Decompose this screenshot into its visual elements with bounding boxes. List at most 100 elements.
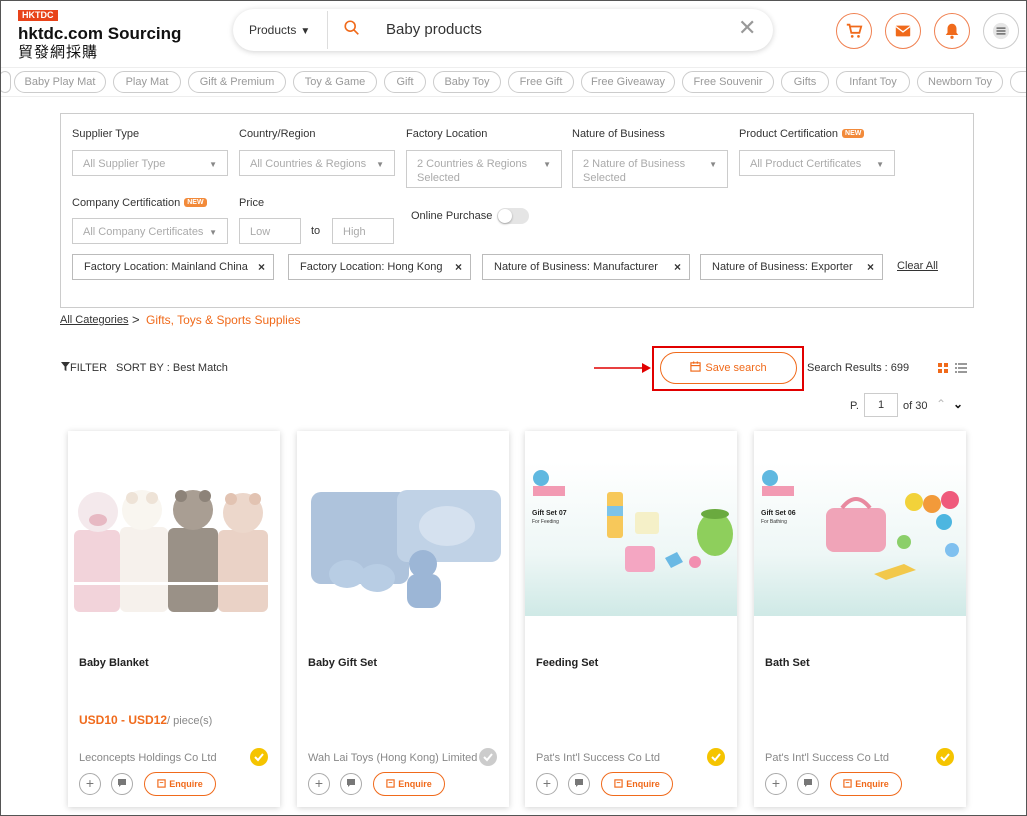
next-page-icon[interactable]: ⌄ bbox=[953, 397, 963, 411]
chip-label: Factory Location: Hong Kong bbox=[300, 261, 443, 273]
supplier-type-select[interactable]: All Supplier Type ▼ bbox=[72, 150, 228, 176]
clear-all-link[interactable]: Clear All bbox=[897, 260, 938, 272]
chip-label: Nature of Business: Exporter bbox=[712, 261, 853, 273]
tag-free-giveaway[interactable]: Free Giveaway bbox=[581, 71, 675, 93]
search-icon[interactable] bbox=[343, 19, 361, 37]
remove-chip-icon[interactable]: × bbox=[867, 255, 874, 279]
page-total: of 30 bbox=[903, 400, 928, 412]
dropdown-arrow-icon: ▼ bbox=[543, 160, 551, 169]
product-title[interactable]: Baby Blanket bbox=[79, 657, 149, 669]
company-certification-select[interactable]: All Company Certificates ▼ bbox=[72, 218, 228, 244]
chat-button[interactable] bbox=[111, 773, 133, 795]
online-purchase-label: Online Purchase bbox=[411, 210, 493, 222]
add-to-compare-button[interactable]: + bbox=[765, 773, 787, 795]
product-title[interactable]: Bath Set bbox=[765, 657, 810, 669]
tag-baby-toy[interactable]: Baby Toy bbox=[433, 71, 501, 93]
enquire-button[interactable]: Enquire bbox=[601, 772, 673, 796]
supplier-name[interactable]: Wah Lai Toys (Hong Kong) Limited bbox=[308, 752, 477, 764]
product-card[interactable]: Gift Set 07 For Feeding Feeding Set Pat'… bbox=[525, 431, 737, 807]
factory-location-select[interactable]: 2 Countries & Regions Selected ▼ bbox=[406, 150, 562, 188]
remove-chip-icon[interactable]: × bbox=[455, 255, 462, 279]
new-badge: NEW bbox=[842, 129, 865, 138]
remove-chip-icon[interactable]: × bbox=[674, 255, 681, 279]
tag-partial[interactable] bbox=[1, 71, 11, 93]
search-category-label: Products bbox=[249, 23, 297, 37]
company-certification-value: All Company Certificates bbox=[83, 226, 204, 238]
supplier-name[interactable]: Pat's Int'l Success Co Ltd bbox=[536, 752, 660, 764]
dropdown-arrow-icon: ▼ bbox=[209, 228, 217, 237]
chat-button[interactable] bbox=[568, 773, 590, 795]
product-certification-value: All Product Certificates bbox=[750, 158, 862, 170]
product-image[interactable] bbox=[297, 462, 509, 616]
tag-toy-game[interactable]: Toy & Game bbox=[293, 71, 377, 93]
chat-button[interactable] bbox=[340, 773, 362, 795]
page-number-input[interactable]: 1 bbox=[864, 393, 898, 417]
filter-panel: Supplier Type All Supplier Type ▼ Country… bbox=[60, 113, 974, 308]
enquire-button[interactable]: Enquire bbox=[830, 772, 902, 796]
product-title[interactable]: Baby Gift Set bbox=[308, 657, 377, 669]
clear-search-icon[interactable]: ✕ bbox=[738, 17, 756, 39]
product-card[interactable]: Baby Blanket USD10 - USD12/ piece(s) Lec… bbox=[68, 431, 280, 807]
enquire-button[interactable]: Enquire bbox=[373, 772, 445, 796]
filter-button[interactable]: FILTER bbox=[61, 362, 107, 374]
logo-badge: HKTDC bbox=[18, 10, 58, 21]
product-certification-select[interactable]: All Product Certificates ▼ bbox=[739, 150, 895, 176]
product-card[interactable]: Baby Gift Set Wah Lai Toys (Hong Kong) L… bbox=[297, 431, 509, 807]
sort-by-dropdown[interactable]: SORT BY : Best Match bbox=[116, 362, 228, 374]
supplier-type-label: Supplier Type bbox=[72, 128, 140, 140]
notifications-button[interactable] bbox=[934, 13, 970, 49]
previous-page-icon[interactable]: ⌃ bbox=[936, 397, 946, 411]
product-card[interactable]: Gift Set 06 For Bathing Bath Set Pat's I… bbox=[754, 431, 966, 807]
tag-play-mat[interactable]: Play Mat bbox=[113, 71, 181, 93]
tag-baby-play-mat[interactable]: Baby Play Mat bbox=[14, 71, 106, 93]
breadcrumb-all-categories[interactable]: All Categories bbox=[60, 314, 128, 326]
price-high-input[interactable]: High bbox=[332, 218, 394, 244]
breadcrumb-current-category[interactable]: Gifts, Toys & Sports Supplies bbox=[146, 313, 301, 327]
search-category-dropdown[interactable]: Products ▼ bbox=[249, 23, 310, 37]
supplier-name[interactable]: Pat's Int'l Success Co Ltd bbox=[765, 752, 889, 764]
tag-newborn-toy[interactable]: Newborn Toy bbox=[917, 71, 1003, 93]
cart-button[interactable] bbox=[836, 13, 872, 49]
product-image[interactable]: Gift Set 06 For Bathing bbox=[754, 462, 966, 616]
tag-gift[interactable]: Gift bbox=[384, 71, 426, 93]
tag-free-gift[interactable]: Free Gift bbox=[508, 71, 574, 93]
supplier-name[interactable]: Leconcepts Holdings Co Ltd bbox=[79, 752, 217, 764]
related-tags-bar: Baby Play Mat Play Mat Gift & Premium To… bbox=[1, 67, 1026, 97]
tag-free-souvenir[interactable]: Free Souvenir bbox=[682, 71, 774, 93]
hktdc-logo[interactable]: HKTDC hktdc.com Sourcing 貿發網採購 bbox=[18, 5, 193, 61]
verified-supplier-icon bbox=[250, 748, 268, 766]
funnel-icon bbox=[61, 362, 70, 371]
grid-view-icon[interactable] bbox=[938, 363, 948, 373]
tag-partial[interactable] bbox=[1010, 71, 1026, 93]
enquire-button[interactable]: Enquire bbox=[144, 772, 216, 796]
search-input[interactable]: Baby products bbox=[386, 21, 482, 38]
online-purchase-toggle[interactable] bbox=[497, 208, 529, 224]
remove-chip-icon[interactable]: × bbox=[258, 255, 265, 279]
product-image[interactable] bbox=[68, 462, 280, 616]
logo-title-chinese: 貿發網採購 bbox=[18, 43, 99, 61]
list-view-icon[interactable] bbox=[955, 363, 967, 373]
menu-button[interactable] bbox=[983, 13, 1019, 49]
nature-of-business-label: Nature of Business bbox=[572, 128, 665, 140]
tag-gifts[interactable]: Gifts bbox=[781, 71, 829, 93]
add-to-compare-button[interactable]: + bbox=[536, 773, 558, 795]
product-title[interactable]: Feeding Set bbox=[536, 657, 598, 669]
nature-of-business-value-line2: Selected bbox=[583, 172, 626, 184]
messages-button[interactable] bbox=[885, 13, 921, 49]
add-to-compare-button[interactable]: + bbox=[79, 773, 101, 795]
price-low-input[interactable]: Low bbox=[239, 218, 301, 244]
country-select[interactable]: All Countries & Regions ▼ bbox=[239, 150, 395, 176]
tag-gift-premium[interactable]: Gift & Premium bbox=[188, 71, 286, 93]
product-certification-text: Product Certification bbox=[739, 128, 839, 140]
enquire-label: Enquire bbox=[855, 779, 889, 789]
product-image[interactable]: Gift Set 07 For Feeding bbox=[525, 462, 737, 616]
save-search-button[interactable]: Save search bbox=[660, 352, 797, 384]
tag-infant-toy[interactable]: Infant Toy bbox=[836, 71, 910, 93]
chat-button[interactable] bbox=[797, 773, 819, 795]
nature-of-business-select[interactable]: 2 Nature of Business Selected ▼ bbox=[572, 150, 728, 188]
price-range: USD10 - USD12 bbox=[79, 713, 168, 727]
add-to-compare-button[interactable]: + bbox=[308, 773, 330, 795]
factory-location-value-line2: Selected bbox=[417, 172, 460, 184]
enquire-icon bbox=[386, 779, 395, 788]
search-bar: Products ▼ Baby products ✕ bbox=[233, 9, 773, 51]
